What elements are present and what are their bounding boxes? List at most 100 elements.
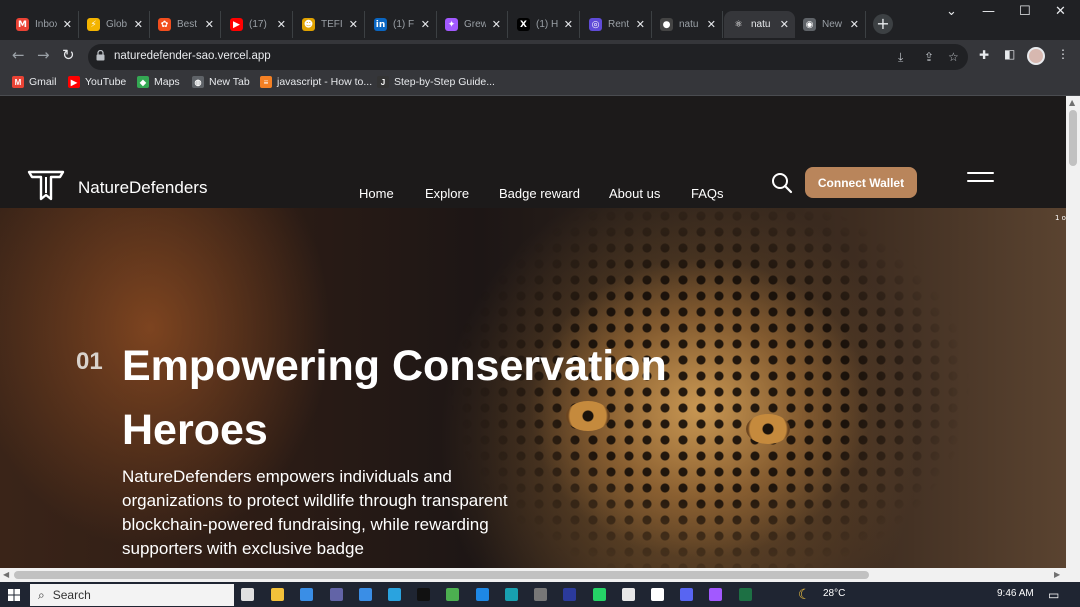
close-tab-icon[interactable]: ✕ xyxy=(564,18,573,31)
notifications-icon[interactable]: ▭ xyxy=(1048,588,1059,602)
slide-number: 01 xyxy=(76,348,103,375)
shield-icon[interactable] xyxy=(563,588,576,601)
figma-icon[interactable] xyxy=(709,588,722,601)
browser-tab[interactable]: ⚡ Glob ✕ xyxy=(79,11,150,38)
browser-tab[interactable]: ✦ Grew ✕ xyxy=(437,11,508,38)
browser-tab[interactable]: ⚛ natu ✕ xyxy=(724,11,795,38)
edge-icon[interactable] xyxy=(505,588,518,601)
tab-title: Inbox xyxy=(35,19,57,30)
close-tab-icon[interactable]: ✕ xyxy=(277,18,286,31)
scroll-left-icon[interactable]: ◀ xyxy=(3,570,9,579)
search-icon: ⌕ xyxy=(38,587,45,602)
avatar[interactable] xyxy=(1027,47,1045,65)
close-tab-icon[interactable]: ✕ xyxy=(421,18,430,31)
connect-wallet-button[interactable]: Connect Wallet xyxy=(805,167,917,198)
task-view-icon[interactable] xyxy=(241,588,254,601)
brand-name[interactable]: NatureDefenders xyxy=(78,178,207,198)
close-tab-icon[interactable]: ✕ xyxy=(492,18,501,31)
bookmark-item[interactable]: ▶ YouTube xyxy=(68,76,126,88)
photos-icon[interactable] xyxy=(622,588,635,601)
close-tab-icon[interactable]: ✕ xyxy=(636,18,645,31)
scroll-right-icon[interactable]: ▶ xyxy=(1054,570,1060,579)
github-icon[interactable] xyxy=(651,588,664,601)
stackoverflow-icon: ≡ xyxy=(260,76,272,88)
tab-title: Best xyxy=(177,19,198,30)
vertical-scrollbar[interactable]: ▲ xyxy=(1066,96,1080,568)
bookmark-label: Step-by-Step Guide... xyxy=(394,76,495,88)
tab-search-icon[interactable]: ⌄ xyxy=(946,4,957,19)
menu-kebab-icon[interactable]: ⋮ xyxy=(1057,47,1069,61)
windows-start-icon[interactable] xyxy=(8,589,20,601)
hero-description: NatureDefenders empowers individuals and… xyxy=(122,467,508,558)
figma-icon: ✿ xyxy=(158,18,171,31)
new-tab-button[interactable]: + xyxy=(873,14,893,34)
close-tab-icon[interactable]: ✕ xyxy=(707,18,716,31)
tab-title: (1) H xyxy=(536,19,558,30)
doc-icon: J xyxy=(377,76,389,88)
hamburger-menu-icon[interactable] xyxy=(967,172,994,184)
vscode-icon[interactable] xyxy=(476,588,489,601)
weather-moon-icon[interactable]: ☾ xyxy=(798,586,811,603)
browser-tab[interactable]: ◎ Rent ✕ xyxy=(581,11,652,38)
excel-icon[interactable] xyxy=(739,588,752,601)
github-icon: ● xyxy=(660,18,673,31)
tab-strip: M Inbox ✕ ⚡ Glob ✕ ✿ Best ✕ ▶ (17) ✕ ☻ TEFI ✕ in (1) F ✕ ✦… xyxy=(0,0,1080,40)
bookmark-item[interactable]: M Gmail xyxy=(12,76,56,88)
mail-icon[interactable] xyxy=(300,588,313,601)
close-tab-icon[interactable]: ✕ xyxy=(205,18,214,31)
bookmark-item[interactable]: J Step-by-Step Guide... xyxy=(377,76,495,88)
clock[interactable]: 9:46 AM xyxy=(997,588,1034,599)
side-panel-icon[interactable]: ◧ xyxy=(1004,47,1015,61)
whatsapp-icon[interactable] xyxy=(593,588,606,601)
weather-temp[interactable]: 28°C xyxy=(823,588,845,599)
close-tab-icon[interactable]: ✕ xyxy=(850,18,859,31)
minimize-icon[interactable]: — xyxy=(982,4,995,19)
file-explorer-icon[interactable] xyxy=(271,588,284,601)
store-icon[interactable] xyxy=(359,588,372,601)
browser-tab[interactable]: ☻ TEFI ✕ xyxy=(294,11,365,38)
vertical-scroll-thumb[interactable] xyxy=(1069,110,1077,166)
browser-tab[interactable]: ◉ New ✕ xyxy=(795,11,866,38)
nav-explore[interactable]: Explore xyxy=(425,186,469,201)
search-icon[interactable] xyxy=(771,172,793,194)
close-tab-icon[interactable]: ✕ xyxy=(134,18,143,31)
forward-icon[interactable]: → xyxy=(37,46,50,64)
close-window-icon[interactable]: ✕ xyxy=(1055,4,1066,19)
teams-icon[interactable] xyxy=(330,588,343,601)
bookmark-item[interactable]: ≡ javascript - How to... xyxy=(260,76,372,88)
tiktok-icon[interactable] xyxy=(417,588,430,601)
browser-tab[interactable]: ▶ (17) ✕ xyxy=(222,11,293,38)
browser-tab[interactable]: ✿ Best ✕ xyxy=(150,11,221,38)
browser-tab[interactable]: ● natu ✕ xyxy=(652,11,723,38)
maximize-icon[interactable]: ☐ xyxy=(1019,4,1031,19)
browser-tab[interactable]: X (1) H ✕ xyxy=(509,11,580,38)
close-tab-icon[interactable]: ✕ xyxy=(780,18,789,31)
nav-home[interactable]: Home xyxy=(359,186,394,201)
horizontal-scroll-thumb[interactable] xyxy=(14,571,869,579)
back-icon[interactable]: ← xyxy=(12,46,25,64)
nav-about-us[interactable]: About us xyxy=(609,186,660,201)
bookmark-item[interactable]: ◍ New Tab xyxy=(192,76,250,88)
logo-icon xyxy=(27,170,65,201)
browser-tab[interactable]: in (1) F ✕ xyxy=(366,11,437,38)
tab-title: TEFI xyxy=(321,19,343,30)
reload-icon[interactable]: ↻ xyxy=(62,46,75,64)
calculator-icon[interactable] xyxy=(534,588,547,601)
telegram-icon[interactable] xyxy=(388,588,401,601)
taskbar-search-box[interactable]: ⌕ Search xyxy=(30,584,234,606)
share-icon[interactable]: ⇪ xyxy=(924,50,934,64)
bookmark-star-icon[interactable]: ☆ xyxy=(948,50,959,64)
horizontal-scrollbar[interactable]: ◀ ▶ xyxy=(0,568,1080,582)
browser-tab[interactable]: M Inbox ✕ xyxy=(8,11,79,38)
close-tab-icon[interactable]: ✕ xyxy=(63,18,72,31)
address-bar[interactable]: naturedefender-sao.vercel.app ⤓ ⇪ ☆ xyxy=(88,44,968,70)
install-icon[interactable]: ⤓ xyxy=(898,50,903,65)
nav-faqs[interactable]: FAQs xyxy=(691,186,724,201)
bookmark-item[interactable]: ◆ Maps xyxy=(137,76,180,88)
extensions-icon[interactable]: ✚ xyxy=(979,48,989,62)
discord-icon[interactable] xyxy=(680,588,693,601)
close-tab-icon[interactable]: ✕ xyxy=(349,18,358,31)
chrome-icon[interactable] xyxy=(446,588,459,601)
scroll-up-icon[interactable]: ▲ xyxy=(1069,98,1075,107)
nav-badge-reward[interactable]: Badge reward xyxy=(499,186,580,201)
